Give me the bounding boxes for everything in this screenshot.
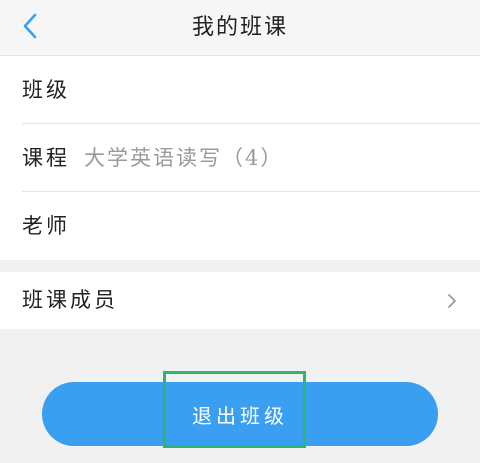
course-label: 课程: [22, 146, 70, 170]
class-label: 班级: [22, 78, 70, 102]
chevron-right-icon: [442, 291, 462, 311]
teacher-label: 老师: [22, 214, 70, 238]
page-title: 我的班课: [191, 15, 288, 40]
quit-class-button[interactable]: 退出班级: [42, 382, 438, 446]
class-members-row[interactable]: 班课成员: [0, 272, 480, 329]
course-row: 课程 大学英语读写（4）: [0, 124, 480, 192]
screen: 我的班课 班级 课程 大学英语读写（4） 老师 班课成员 退出班级: [0, 0, 480, 463]
course-value: 大学英语读写（4）: [84, 146, 284, 170]
class-members-label: 班课成员: [22, 288, 118, 312]
class-info-card: 班级 课程 大学英语读写（4） 老师: [0, 56, 480, 260]
class-row: 班级: [0, 56, 480, 124]
nav-bar: 我的班课: [0, 0, 480, 56]
teacher-row: 老师: [0, 192, 480, 260]
quit-class-label: 退出班级: [192, 403, 288, 428]
